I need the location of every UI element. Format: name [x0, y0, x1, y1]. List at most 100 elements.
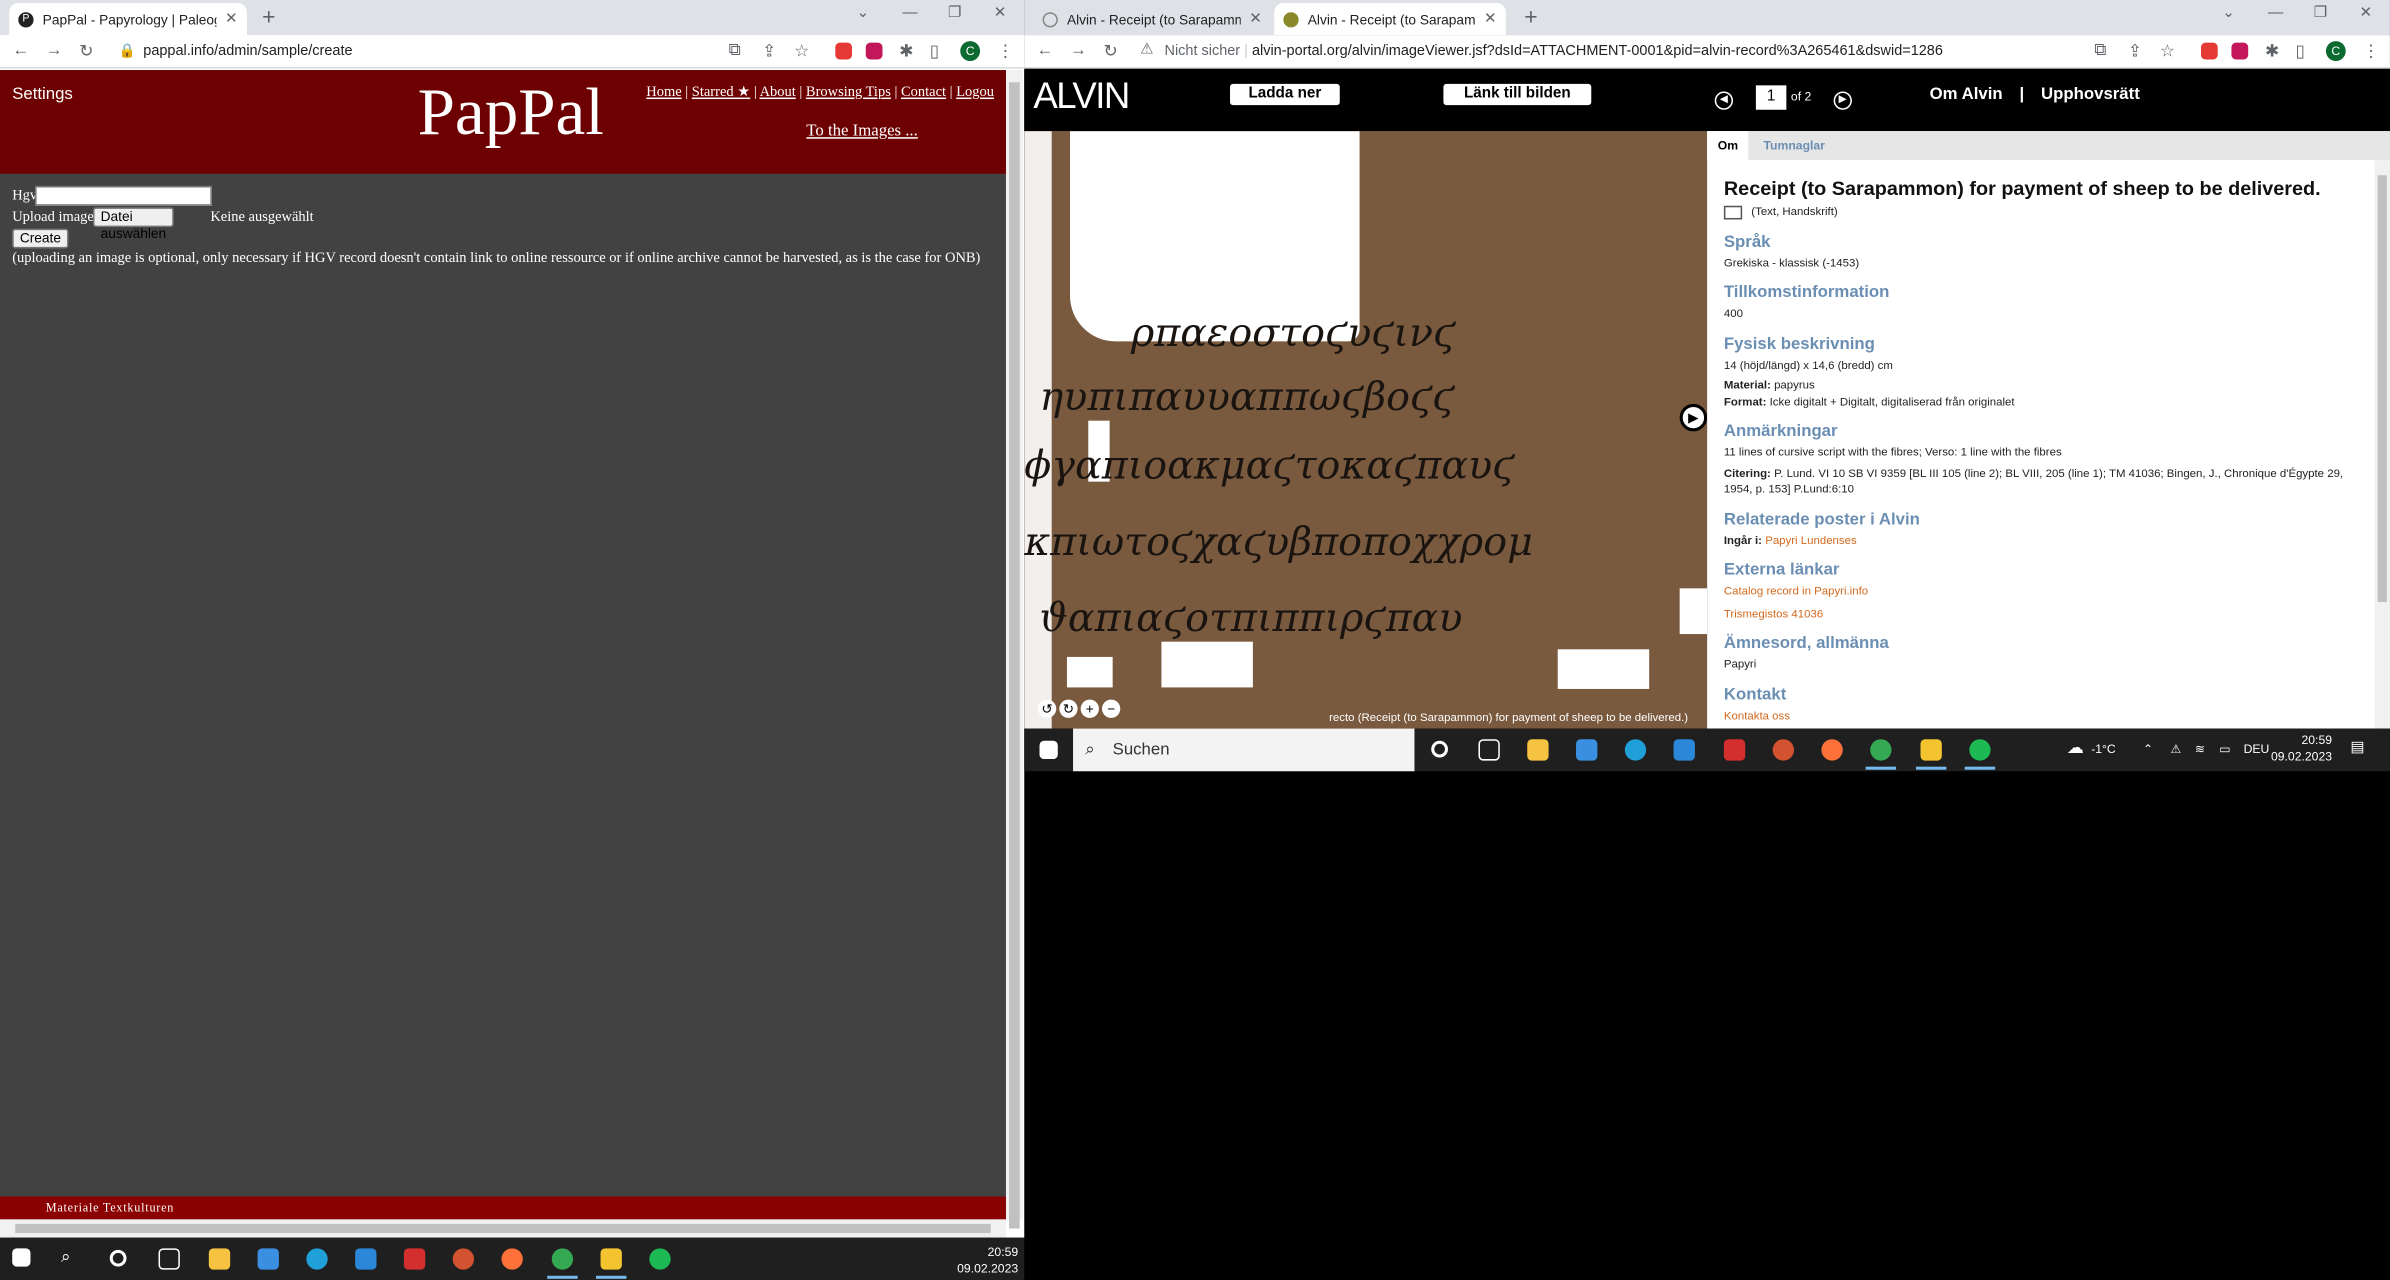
reload-icon[interactable]: ↻ [79, 41, 93, 61]
address-bar[interactable]: Nicht sicher | alvin-portal.org/alvin/im… [1164, 40, 1942, 64]
spotify-icon[interactable] [649, 1248, 671, 1270]
page-number-input[interactable]: 1 [1755, 85, 1787, 110]
nav-browsing-tips[interactable]: Browsing Tips [806, 85, 891, 100]
windows-start-icon[interactable] [12, 1248, 31, 1267]
address-bar[interactable]: pappal.info/admin/sample/create [143, 40, 352, 64]
store-icon[interactable] [1576, 739, 1598, 761]
task-view-icon[interactable] [1478, 739, 1500, 761]
nav-contact[interactable]: Contact [901, 85, 946, 100]
play-icon[interactable]: ▶ [1679, 403, 1708, 432]
tab-alvin-2[interactable]: Alvin - Receipt (to Sarapammon) ✕ [1274, 3, 1506, 36]
vertical-scrollbar[interactable] [1005, 70, 1023, 1229]
spotify-icon[interactable] [1964, 739, 1996, 770]
firefox-icon[interactable] [501, 1248, 523, 1270]
store-icon[interactable] [257, 1248, 279, 1270]
battery-icon[interactable]: ▭ [2219, 742, 2231, 756]
sidebar-icon[interactable]: ▯ [930, 41, 939, 61]
pappal-logo[interactable]: PapPal [418, 73, 604, 151]
create-button[interactable]: Create [12, 228, 69, 249]
tab-about[interactable]: Om [1707, 131, 1749, 161]
nav-about[interactable]: About [760, 85, 796, 100]
chrome-icon[interactable] [1865, 739, 1897, 770]
acrobat-icon[interactable] [1723, 739, 1746, 761]
tab-search-icon[interactable]: ⌄ [857, 5, 870, 22]
papyri-info-link[interactable]: Catalog record in Papyri.info [1724, 584, 2364, 600]
puzzle-icon[interactable]: ✱ [2265, 41, 2279, 61]
close-icon[interactable]: ✕ [1249, 11, 1262, 28]
sidebar-scrollbar[interactable] [2374, 160, 2390, 729]
settings-link[interactable]: Settings [12, 85, 73, 103]
translate-icon[interactable]: ⧉ [729, 41, 741, 61]
to-images-link[interactable]: To the Images ... [806, 122, 918, 140]
files-icon[interactable] [1915, 739, 1947, 770]
zoom-out-icon[interactable]: − [1101, 699, 1121, 718]
wifi-icon[interactable]: ≋ [2195, 742, 2205, 756]
papyri-lundenses-link[interactable]: Papyri Lundenses [1765, 533, 1857, 547]
nav-starred[interactable]: Starred ★ [692, 85, 750, 100]
extension-icon[interactable] [865, 42, 883, 60]
right-clock[interactable]: 20:59 09.02.2023 [2256, 732, 2332, 766]
edge-icon[interactable] [306, 1248, 328, 1270]
contact-link[interactable]: Kontakta oss [1724, 708, 2364, 724]
minimize-icon[interactable]: — [902, 5, 917, 22]
search-icon[interactable]: ⌕ [61, 1248, 82, 1269]
reload-icon[interactable]: ↻ [1104, 41, 1118, 61]
share-icon[interactable]: ⇪ [2128, 41, 2142, 61]
close-window-icon[interactable]: ✕ [2359, 5, 2372, 22]
star-icon[interactable]: ☆ [2160, 41, 2175, 61]
link-image-button[interactable]: Länk till bilden [1443, 83, 1592, 106]
new-tab-icon[interactable]: + [262, 5, 275, 31]
cortana-icon[interactable] [109, 1249, 127, 1267]
firefox-icon[interactable] [1821, 739, 1843, 761]
extension-icon[interactable] [2231, 42, 2249, 60]
restore-icon[interactable]: ❐ [948, 5, 962, 22]
next-page-icon[interactable]: ▶ [1833, 91, 1852, 110]
puzzle-icon[interactable]: ✱ [899, 41, 913, 61]
minimize-icon[interactable]: — [2268, 5, 2283, 22]
share-icon[interactable]: ⇪ [762, 41, 776, 61]
nav-logout[interactable]: Logou [956, 85, 994, 100]
rotate-right-icon[interactable]: ↻ [1059, 699, 1078, 718]
zoom-in-icon[interactable]: + [1080, 699, 1099, 718]
cortana-icon[interactable] [1431, 740, 1448, 758]
network-icon[interactable]: ⚠ [2170, 742, 2181, 756]
tab-pappal[interactable]: P PapPal - Papyrology | Paleograph ✕ [9, 3, 247, 36]
taskbar-search-input[interactable]: ⌕ Suchen [1073, 728, 1415, 772]
mail-icon[interactable] [1673, 739, 1695, 761]
close-icon[interactable]: ✕ [1484, 11, 1497, 28]
nav-home[interactable]: Home [646, 85, 681, 100]
forward-icon[interactable]: → [46, 41, 63, 59]
tray-chevron-icon[interactable]: ⌃ [2143, 742, 2153, 756]
powerpoint-icon[interactable] [1772, 739, 1794, 761]
prev-page-icon[interactable]: ◀ [1714, 91, 1734, 110]
explorer-icon[interactable] [1527, 739, 1549, 761]
tab-alvin-1[interactable]: Alvin - Receipt (to Sarapammon) ✕ [1033, 3, 1271, 35]
menu-icon[interactable]: ⋮ [2363, 41, 2380, 61]
translate-icon[interactable]: ⧉ [2094, 41, 2106, 61]
left-clock[interactable]: 20:59 09.02.2023 [930, 1244, 1018, 1278]
profile-avatar[interactable]: C [960, 41, 981, 61]
profile-avatar[interactable]: C [2325, 41, 2346, 61]
acrobat-icon[interactable] [403, 1248, 426, 1270]
horizontal-scrollbar[interactable] [0, 1219, 1006, 1238]
sidebar-icon[interactable]: ▯ [2295, 41, 2304, 61]
notification-icon[interactable]: ▤ [2350, 739, 2364, 756]
restore-icon[interactable]: ❐ [2314, 5, 2328, 22]
about-alvin-link[interactable]: Om Alvin [1930, 85, 2003, 103]
copyright-link[interactable]: Upphovsrätt [2041, 85, 2140, 103]
star-icon[interactable]: ☆ [794, 41, 809, 61]
weather-temp[interactable]: -1°C [2091, 742, 2116, 756]
task-view-icon[interactable] [158, 1248, 180, 1270]
back-icon[interactable]: ← [1036, 41, 1053, 59]
close-icon[interactable]: ✕ [225, 11, 238, 28]
explorer-icon[interactable] [208, 1248, 231, 1270]
choose-file-button[interactable]: Datei auswählen [92, 207, 174, 241]
tab-thumbnails[interactable]: Tumnaglar [1753, 131, 1836, 160]
chrome-icon[interactable] [547, 1248, 578, 1279]
rotate-left-icon[interactable]: ↺ [1037, 699, 1057, 718]
forward-icon[interactable]: → [1070, 41, 1087, 59]
extension-icon[interactable] [2200, 42, 2218, 60]
edge-icon[interactable] [1624, 739, 1647, 761]
papyrus-image-viewer[interactable]: ρπαεοστοϛυϛινϛ ηυπιπαυυαππωϛβοϛϛ ϕγαπιοα… [1024, 131, 1708, 729]
windows-start-icon[interactable] [1039, 740, 1058, 760]
